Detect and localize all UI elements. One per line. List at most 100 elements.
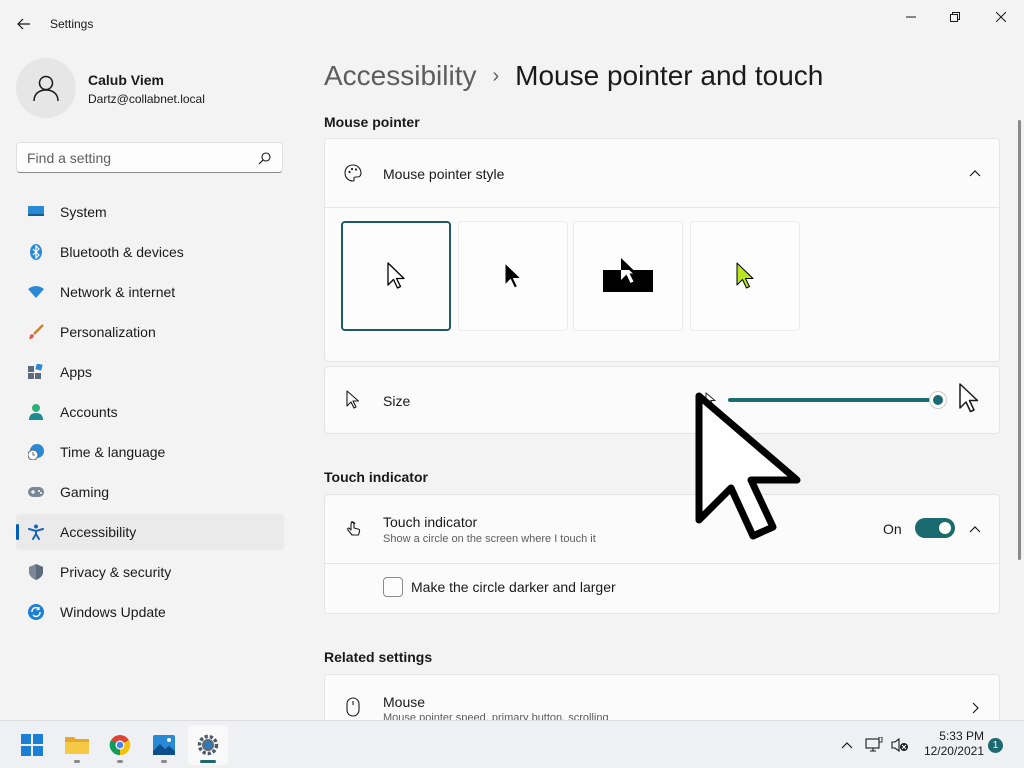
- sidebar-nav: System Bluetooth & devices Network & int…: [16, 194, 284, 634]
- related-mouse-label: Mouse: [383, 694, 426, 710]
- back-button[interactable]: [12, 10, 36, 38]
- mouse-icon: [343, 697, 363, 717]
- taskbar-file-explorer[interactable]: [57, 725, 97, 765]
- sidebar-item-privacy[interactable]: Privacy & security: [16, 554, 284, 590]
- clock-globe-icon: [28, 444, 44, 460]
- sidebar-item-label: Accounts: [60, 404, 118, 420]
- custom-color-cursor-icon: [736, 262, 754, 289]
- network-tray-button[interactable]: [862, 733, 886, 757]
- minimize-button[interactable]: [888, 4, 934, 30]
- search-icon[interactable]: [258, 151, 272, 165]
- mouse-pointer-style-label: Mouse pointer style: [383, 166, 505, 182]
- update-icon: [28, 604, 44, 620]
- sidebar-item-label: System: [60, 204, 107, 220]
- sidebar-item-personalization[interactable]: Personalization: [16, 314, 284, 350]
- sidebar-item-apps[interactable]: Apps: [16, 354, 284, 390]
- minimize-icon: [906, 16, 916, 18]
- sidebar-item-label: Bluetooth & devices: [60, 244, 184, 260]
- user-profile[interactable]: Calub Viem Dartz@collabnet.local: [16, 56, 286, 120]
- mouse-pointer-style-header[interactable]: Mouse pointer style: [325, 139, 999, 207]
- sidebar-item-label: Privacy & security: [60, 564, 172, 580]
- pointer-style-custom[interactable]: [690, 221, 800, 331]
- touch-indicator-description: Show a circle on the screen where I touc…: [383, 533, 596, 545]
- sidebar-item-gaming[interactable]: Gaming: [16, 474, 284, 510]
- section-title-related-settings: Related settings: [324, 649, 433, 665]
- profile-email: Dartz@collabnet.local: [88, 92, 205, 106]
- sidebar-item-bluetooth[interactable]: Bluetooth & devices: [16, 234, 284, 270]
- section-title-touch-indicator: Touch indicator: [324, 469, 428, 485]
- inverted-cursor-icon: [603, 258, 653, 292]
- darker-larger-circle-checkbox[interactable]: [383, 577, 403, 597]
- running-indicator: [161, 760, 167, 763]
- scrollbar[interactable]: [1018, 120, 1021, 560]
- sidebar-item-system[interactable]: System: [16, 194, 284, 230]
- pointer-style-white[interactable]: [341, 221, 451, 331]
- darker-larger-circle-label[interactable]: Make the circle darker and larger: [411, 579, 616, 595]
- accounts-icon: [28, 404, 44, 420]
- person-icon: [33, 75, 59, 102]
- taskbar-chrome[interactable]: [100, 725, 140, 765]
- app-title: Settings: [50, 17, 94, 31]
- show-hidden-icons-button[interactable]: [835, 733, 859, 757]
- section-title-mouse-pointer: Mouse pointer: [324, 114, 420, 130]
- close-icon: [996, 12, 1006, 22]
- bluetooth-icon: [28, 244, 44, 260]
- search-input[interactable]: [27, 143, 247, 172]
- sidebar-item-label: Accessibility: [60, 524, 137, 540]
- brush-icon: [28, 324, 44, 340]
- toggle-knob: [939, 522, 951, 534]
- breadcrumb-separator: ›: [492, 64, 500, 87]
- touch-indicator-toggle[interactable]: [915, 518, 955, 538]
- close-button[interactable]: [978, 4, 1024, 30]
- running-indicator: [117, 760, 123, 763]
- shield-icon: [28, 564, 44, 580]
- sidebar-item-label: Gaming: [60, 484, 110, 500]
- breadcrumb-parent-link[interactable]: Accessibility: [324, 60, 476, 92]
- sidebar-item-label: Personalization: [60, 324, 156, 340]
- volume-muted-icon: [891, 737, 908, 753]
- sidebar-item-time-language[interactable]: Time & language: [16, 434, 284, 470]
- system-icon: [28, 204, 44, 220]
- sidebar-item-label: Apps: [60, 364, 92, 380]
- apps-icon: [28, 364, 44, 380]
- taskbar-clock[interactable]: 5:33 PM 12/20/2021: [918, 729, 984, 759]
- sidebar-item-windows-update[interactable]: Windows Update: [16, 594, 284, 630]
- chevron-up-icon[interactable]: [967, 521, 983, 537]
- sidebar-item-accessibility[interactable]: Accessibility: [16, 514, 284, 550]
- chrome-icon: [109, 735, 131, 756]
- clock-time: 5:33 PM: [939, 729, 984, 743]
- sidebar-item-accounts[interactable]: Accounts: [16, 394, 284, 430]
- taskbar-settings[interactable]: [188, 725, 228, 765]
- start-button[interactable]: [12, 725, 52, 765]
- card-divider: [325, 563, 999, 564]
- page-title: Mouse pointer and touch: [515, 60, 824, 91]
- start-icon: [21, 734, 43, 756]
- sidebar-item-label: Time & language: [60, 444, 166, 460]
- accessibility-icon: [28, 524, 44, 540]
- restore-button[interactable]: [932, 4, 978, 30]
- touch-indicator-card: Touch indicator Show a circle on the scr…: [324, 494, 1000, 614]
- back-arrow-icon: [17, 18, 30, 30]
- volume-tray-button[interactable]: [888, 733, 912, 757]
- size-slider-thumb[interactable]: [929, 391, 947, 409]
- pointer-style-inverted[interactable]: [573, 221, 683, 331]
- taskbar: 5:33 PM 12/20/2021 1: [0, 720, 1024, 768]
- active-indicator: [200, 760, 216, 763]
- sidebar-item-label: Windows Update: [60, 604, 166, 620]
- notification-badge[interactable]: 1: [988, 738, 1003, 753]
- taskbar-photos[interactable]: [144, 725, 184, 765]
- profile-name: Calub Viem: [88, 72, 164, 88]
- settings-icon: [197, 734, 219, 756]
- pointer-style-black[interactable]: [458, 221, 568, 331]
- photos-icon: [153, 735, 175, 755]
- touch-hand-icon: [343, 518, 363, 538]
- sidebar-item-label: Network & internet: [60, 284, 176, 300]
- touch-indicator-label: Touch indicator: [383, 514, 478, 530]
- sidebar-item-network[interactable]: Network & internet: [16, 274, 284, 310]
- running-indicator: [74, 760, 80, 763]
- chevron-right-icon: [967, 700, 983, 716]
- chevron-up-icon[interactable]: [967, 165, 983, 181]
- palette-icon: [343, 163, 363, 183]
- size-label: Size: [383, 393, 411, 409]
- network-icon: [28, 284, 44, 300]
